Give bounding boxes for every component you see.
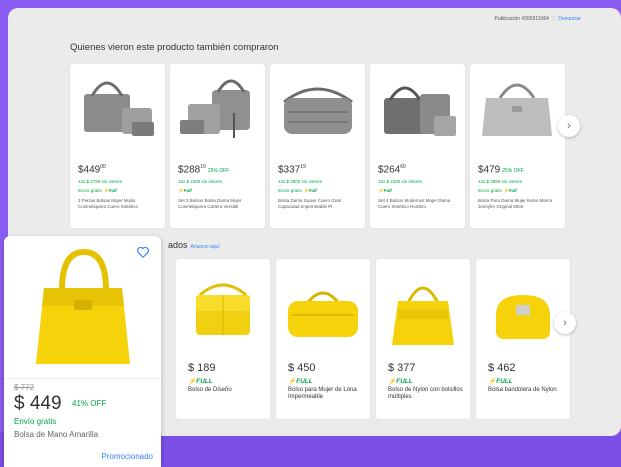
product-price: $2881025% OFF	[178, 164, 230, 176]
product-price: $ 189	[188, 362, 216, 374]
product-image	[392, 286, 454, 345]
product-image	[84, 81, 154, 136]
heart-icon[interactable]	[136, 245, 150, 259]
product-card[interactable]: $44900 12x $ 3790 sin interés Envío grat…	[70, 64, 165, 228]
full-badge: ⚡FULL	[188, 378, 213, 385]
product-card[interactable]: $2881025% OFF 12x $ 2400 sin interés ⚡Fu…	[170, 64, 265, 228]
lightning-icon: ⚡	[388, 378, 397, 385]
installments-text: 12x $ 2800 sin interés	[278, 179, 323, 184]
lightning-icon: ⚡	[488, 378, 497, 385]
product-card[interactable]: $ 462 ⚡FULL Bolsa bandolera de Nylon	[476, 259, 570, 419]
shipping-text: Envío gratis ⚡Full	[278, 188, 317, 193]
product-title: Set 4 Bolsos Modernos Mujer Dama Cuero S…	[378, 198, 451, 209]
product-card[interactable]: $479 25% OFF 12x $ 3990 sin interés Envío…	[470, 64, 565, 228]
ad-link[interactable]: Anuncio aquí	[191, 244, 220, 250]
product-price: $44900	[78, 164, 106, 176]
product-card[interactable]: $ 450 ⚡FULL Bolso para Mujer de Lona Imp…	[276, 259, 370, 419]
product-card[interactable]: $ 377 ⚡FULL Bolso de Nylon con bolsillos…	[376, 259, 470, 419]
publication-number: Publicación #555511064	[494, 16, 549, 22]
discount-badge: 41% OFF	[72, 399, 107, 408]
carousel-next-button[interactable]: ›	[558, 115, 580, 137]
lightning-icon: ⚡	[188, 378, 197, 385]
section-title-sponsored: ados Anuncio aquí	[168, 240, 220, 250]
original-price: $ 772	[14, 383, 35, 392]
lightning-icon: ⚡	[288, 378, 297, 385]
featured-product-card[interactable]: $ 772 $ 449 41% OFF Envío gratis Bolsa d…	[4, 236, 161, 467]
shipping-text: ⚡Full	[378, 188, 392, 193]
chevron-right-icon: ›	[563, 317, 567, 329]
product-title: 3 Piezas Bolsas Mujer Moda Cosmetiquera …	[78, 198, 139, 209]
installments-text: 12x $ 2200 sin interés	[378, 179, 423, 184]
product-price: $ 449	[14, 393, 62, 414]
product-image	[482, 83, 552, 136]
product-image	[283, 87, 353, 134]
product-image	[36, 248, 130, 364]
chevron-right-icon: ›	[567, 120, 571, 132]
shipping-text: ⚡Full	[178, 188, 192, 193]
full-badge: ⚡FULL	[288, 378, 313, 385]
product-title: Bolsa Dama Suave Cuero Gran Capacidad Im…	[278, 198, 342, 209]
section-title-also-bought: Quienes vieron este producto también com…	[70, 42, 279, 53]
installments-text: 12x $ 2400 sin interés	[178, 179, 223, 184]
carousel-also-bought: $44900 12x $ 3790 sin interés Envío grat…	[70, 64, 565, 228]
shipping-text: Envío gratis	[14, 417, 57, 426]
report-link[interactable]: Denunciar	[558, 16, 581, 22]
installments-text: 12x $ 3790 sin interés	[78, 179, 123, 184]
product-image	[180, 79, 250, 138]
product-title: Bolso de Nylon con bolsillos múltiples	[388, 387, 463, 400]
product-price: $ 450	[288, 362, 316, 374]
product-image	[384, 86, 456, 136]
divider	[4, 378, 161, 379]
product-price: $ 377	[388, 362, 416, 374]
product-title: Bolsa de Mano Amarilla	[14, 430, 99, 439]
product-price: $26460	[378, 164, 406, 176]
product-image	[288, 291, 358, 337]
full-badge: ⚡FULL	[488, 378, 513, 385]
product-title: Bolsa Para Dama Mujer Bolso Marca Jennyf…	[478, 198, 553, 209]
carousel-next-button[interactable]: ›	[554, 312, 576, 334]
product-title: Bolso de Diseño	[188, 387, 232, 393]
publication-bar: Publicación #555511064 | Denunciar	[494, 16, 581, 22]
carousel-sponsored: $ 189 ⚡FULL Bolso de Diseño $ 450 ⚡FULL …	[176, 259, 570, 419]
product-title: Set 3 Bolsos Bolsa Dama Mujer Cosmetique…	[178, 198, 242, 209]
product-image	[496, 295, 550, 339]
product-card[interactable]: $ 189 ⚡FULL Bolso de Diseño	[176, 259, 270, 419]
product-image	[196, 283, 250, 335]
product-card[interactable]: $33719 12x $ 2800 sin interés Envío grat…	[270, 64, 365, 228]
product-price: $33719	[278, 164, 306, 176]
shipping-text: Envío gratis ⚡Full	[478, 188, 517, 193]
product-title: Bolso para Mujer de Lona Impermeable	[288, 387, 357, 400]
product-title: Bolsa bandolera de Nylon	[488, 387, 557, 393]
shipping-text: Envío gratis ⚡Full	[78, 188, 117, 193]
product-card[interactable]: $26460 12x $ 2200 sin interés ⚡Full Set …	[370, 64, 465, 228]
full-badge: ⚡FULL	[388, 378, 413, 385]
promoted-label: Promocionado	[101, 452, 153, 461]
installments-text: 12x $ 3990 sin interés	[478, 179, 523, 184]
product-price: $ 462	[488, 362, 516, 374]
product-price: $479 25% OFF	[478, 164, 524, 176]
